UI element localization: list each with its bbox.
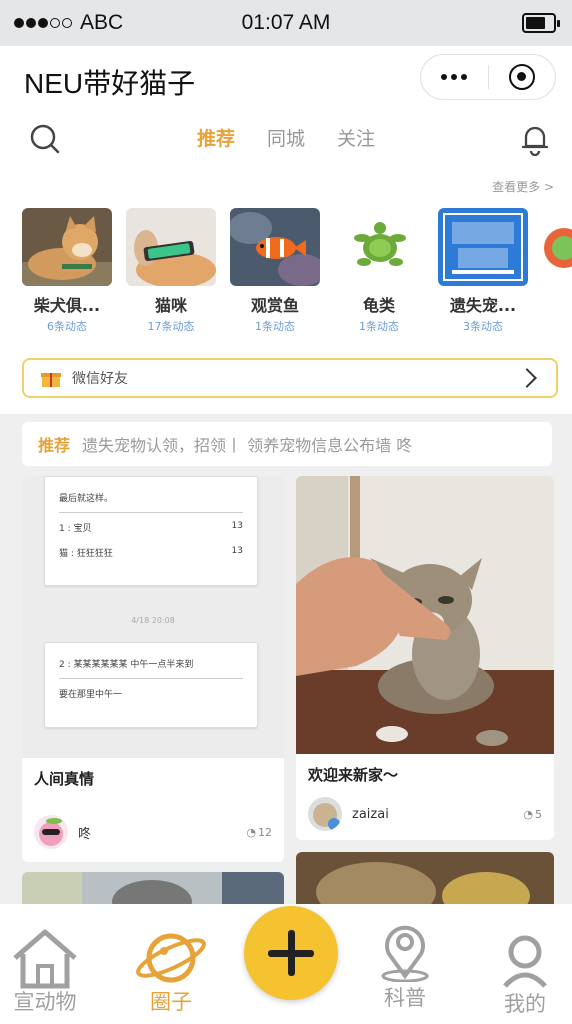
feed: 推荐 遗失宠物认领，招领丨 领养宠物信息公布墙 咚 最后就这样。 1 : 宝贝 1… [0,414,572,904]
thumb-icon: ◔ [523,807,533,821]
plus-icon [268,930,314,976]
tab-recommend[interactable]: 推荐 [197,122,235,153]
chat-screenshot-image: 最后就这样。 1 : 宝贝 13 猫 : 狂狂狂狂 13 4/18 20:08 2 … [22,476,284,758]
post-card[interactable]: 欢迎来新家～ zaizai ◔ 5 [296,476,554,840]
thumb-icon: ◔ [246,825,256,839]
tab-science[interactable]: 科普 [350,918,460,1012]
planet-icon [136,933,206,983]
tab-mine[interactable]: 我的 [470,930,572,1018]
like-count[interactable]: ◔ 12 [246,826,272,839]
category-item[interactable]: 遗失宠... 3条动态 [438,208,528,334]
post-photo [296,852,554,904]
tab-following[interactable]: 关注 [337,122,375,153]
tab-circle-label: 圈子 [150,990,192,1014]
post-card[interactable]: 最后就这样。 1 : 宝贝 13 猫 : 狂狂狂狂 13 4/18 20:08 2 … [22,476,284,862]
chevron-right-icon [517,368,537,388]
target-circle-icon [508,64,535,90]
add-post-button[interactable] [244,906,338,1000]
map-pin-icon [381,925,429,983]
avatar[interactable] [34,815,68,849]
category-strip: 柴犬俱... 6条动态 猫咪 17条动态 观赏鱼 1条动态 龟类 1条动态 遗失… [22,208,572,334]
bottom-tab-bar: 宣动物 圈子 科普 我的 [0,904,572,1024]
top-nav: 推荐 同城 关注 [0,114,572,178]
post-username[interactable]: zaizai [352,807,523,822]
ticker-tag: 推荐 [38,436,71,455]
wechat-friends-label: 微信好友 [72,371,128,387]
announcement-ticker[interactable]: 推荐 遗失宠物认领，招领丨 领养宠物信息公布墙 咚 [22,422,552,466]
post-card[interactable] [296,852,554,904]
avatar[interactable] [308,797,342,831]
feed-tabs: 推荐 同城 关注 [0,122,572,153]
like-count[interactable]: ◔ 5 [523,808,542,821]
post-username[interactable]: 咚 [78,823,246,842]
more-button[interactable] [421,55,488,99]
kitten-photo [296,476,554,754]
post-title: 欢迎来新家～ [308,766,399,784]
tab-nearby[interactable]: 同城 [267,122,305,153]
status-bar: ABC 01:07 AM [0,0,572,46]
category-item[interactable]: 柴犬俱... 6条动态 [22,208,112,334]
tab-mine-label: 我的 [504,992,546,1016]
main-content: 推荐 同城 关注 查看更多 > 柴犬俱... 6条动态 猫咪 17条动态 观赏鱼… [0,114,572,904]
wechat-friends-bar[interactable]: 微信好友 [22,358,558,398]
lost-pet-poster-image [438,208,528,286]
mini-program-capsule [420,54,556,100]
signal-strength-icon [14,18,72,28]
post-card[interactable] [22,872,284,904]
tab-home[interactable]: 宣动物 [0,926,100,1016]
bell-icon[interactable] [520,122,550,156]
post-title: 人间真情 [34,770,95,788]
category-item[interactable]: 1 [542,208,572,334]
category-item[interactable]: 猫咪 17条动态 [126,208,216,334]
clownfish-photo [230,208,320,286]
post-photo [22,872,284,904]
battery-icon [522,13,560,33]
turtle-image [334,208,424,286]
shiba-photo [22,208,112,286]
partial-category-image [542,208,572,286]
tab-home-label: 宣动物 [13,990,77,1014]
app-header: NEU带好猫子 [0,46,572,114]
close-button[interactable] [489,55,556,99]
ticker-text: 遗失宠物认领，招领丨 领养宠物信息公布墙 咚 [82,436,413,455]
user-icon [503,935,547,988]
category-item[interactable]: 观赏鱼 1条动态 [230,208,320,334]
gift-icon [41,373,61,387]
see-more-link[interactable]: 查看更多 > [492,178,554,195]
category-item[interactable]: 龟类 1条动态 [334,208,424,334]
carrier-name: ABC [80,11,124,34]
tab-science-label: 科普 [384,986,426,1010]
house-icon [13,929,77,989]
more-dots-icon [441,74,468,80]
cat-photo [126,208,216,286]
tab-circle[interactable]: 圈子 [116,926,226,1016]
page-title: NEU带好猫子 [24,68,196,99]
